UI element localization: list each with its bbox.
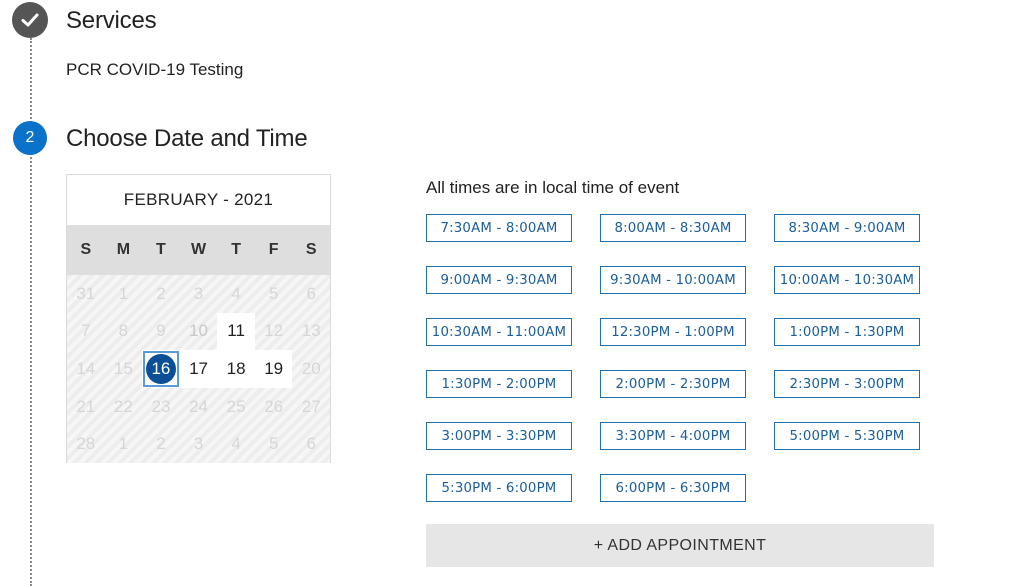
weekday-label: F <box>268 241 279 258</box>
calendar-day-available[interactable]: 11 <box>217 312 255 351</box>
time-slot-button[interactable]: 3:30PM - 4:00PM <box>600 422 746 450</box>
calendar-day-disabled: 4 <box>231 434 241 454</box>
timezone-note: All times are in local time of event <box>426 178 680 197</box>
time-slot-button[interactable]: 3:00PM - 3:30PM <box>426 422 572 450</box>
calendar-day-disabled: 4 <box>231 283 241 303</box>
time-slot-button[interactable]: 12:30PM - 1:00PM <box>600 318 746 346</box>
calendar-day-disabled: 13 <box>301 321 321 341</box>
time-slot-button[interactable]: 8:30AM - 9:00AM <box>774 214 920 242</box>
calendar-week-row: 21 22 23 24 25 26 27 <box>67 388 330 426</box>
calendar-day-disabled: 8 <box>118 321 129 341</box>
calendar-day-disabled: 6 <box>306 283 316 303</box>
calendar-day-disabled: 9 <box>156 321 166 341</box>
checkmark-icon <box>12 2 48 38</box>
calendar-day-selected[interactable]: 16 <box>142 350 180 388</box>
calendar-day-disabled: 27 <box>301 396 321 416</box>
calendar-month-label: FEBRUARY - 2021 <box>123 190 274 209</box>
calendar-day-disabled: 12 <box>264 321 284 341</box>
date-picker-calendar: FEBRUARY - 2021 SMTWTFS 31 1 2 3 4 5 6 7 8 9 10 11 1… <box>66 174 331 463</box>
calendar-day-disabled: 28 <box>76 434 96 454</box>
time-slot-button[interactable]: 1:30PM - 2:00PM <box>426 370 572 398</box>
weekday-label: W <box>190 241 207 258</box>
time-slot-button[interactable]: 5:30PM - 6:00PM <box>426 474 572 502</box>
calendar-day-disabled: 14 <box>76 358 96 378</box>
calendar-day-grid: 31 1 2 3 4 5 6 7 8 9 10 11 12 13 14 15 16 17 18 19 20 21 22 23 2… <box>67 275 330 463</box>
selected-day-number: 16 <box>145 353 176 384</box>
calendar-day-disabled: 7 <box>81 321 91 341</box>
time-slot-button[interactable]: 10:30AM - 11:00AM <box>426 318 572 346</box>
weekday-label: S <box>305 241 317 258</box>
calendar-day-disabled: 21 <box>76 396 96 416</box>
time-slot-button[interactable]: 5:00PM - 5:30PM <box>774 422 920 450</box>
time-slot-button[interactable]: 9:00AM - 9:30AM <box>426 266 572 294</box>
calendar-day-disabled: 2 <box>156 283 166 303</box>
calendar-day-disabled: 20 <box>301 358 321 378</box>
selected-day-outline: 16 <box>142 350 179 387</box>
calendar-day-disabled: 3 <box>193 283 204 303</box>
weekday-label: M <box>116 241 131 258</box>
calendar-day-disabled: 5 <box>268 283 279 303</box>
weekday-label: T <box>156 241 166 258</box>
calendar-day-disabled: 1 <box>118 283 129 303</box>
calendar-day-available[interactable]: 17 <box>179 350 218 388</box>
selected-service: PCR COVID-19 Testing <box>66 60 244 79</box>
calendar-week-row: 14 15 16 17 18 19 20 <box>67 350 330 388</box>
calendar-day-available[interactable]: 18 <box>217 350 255 388</box>
step-number-badge: 2 <box>13 121 47 155</box>
calendar-day-disabled: 26 <box>264 396 284 416</box>
weekday-label: T <box>231 241 241 258</box>
calendar-day-disabled: 3 <box>193 434 204 454</box>
step-title-services: Services <box>66 7 157 34</box>
calendar-week-row: 31 1 2 3 4 5 6 <box>67 275 330 313</box>
time-slot-button[interactable]: 2:00PM - 2:30PM <box>600 370 746 398</box>
calendar-day-disabled: 22 <box>113 396 133 416</box>
calendar-weekday-header: SMTWTFS <box>67 225 330 275</box>
time-slot-button[interactable]: 2:30PM - 3:00PM <box>774 370 920 398</box>
calendar-day-available[interactable]: 19 <box>254 350 293 388</box>
time-slot-button[interactable]: 1:00PM - 1:30PM <box>774 318 920 346</box>
time-slot-button[interactable]: 6:00PM - 6:30PM <box>600 474 746 502</box>
weekday-label: S <box>80 241 92 258</box>
step-title-date-time: Choose Date and Time <box>66 125 308 152</box>
time-slot-button[interactable]: 9:30AM - 10:00AM <box>600 266 746 294</box>
time-slot-button[interactable]: 7:30AM - 8:00AM <box>426 214 572 242</box>
time-slot-button[interactable]: 10:00AM - 10:30AM <box>774 266 920 294</box>
calendar-day-disabled: 6 <box>306 434 316 454</box>
calendar-week-row: 28 1 2 3 4 5 6 <box>67 425 330 463</box>
calendar-day-disabled: 23 <box>151 396 171 416</box>
calendar-day-disabled: 25 <box>226 396 246 416</box>
calendar-day-disabled: 24 <box>189 396 208 416</box>
calendar-day-disabled: 1 <box>118 434 129 454</box>
calendar-week-row: 7 8 9 10 11 12 13 <box>67 312 330 351</box>
calendar-day-disabled: 31 <box>76 283 96 303</box>
calendar-day-disabled: 5 <box>268 434 279 454</box>
time-slot-button[interactable]: 8:00AM - 8:30AM <box>600 214 746 242</box>
calendar-day-disabled: 10 <box>189 321 208 341</box>
calendar-day-disabled: 15 <box>113 358 133 378</box>
add-appointment-button[interactable]: + ADD APPOINTMENT <box>426 524 934 567</box>
calendar-day-disabled: 2 <box>156 434 166 454</box>
